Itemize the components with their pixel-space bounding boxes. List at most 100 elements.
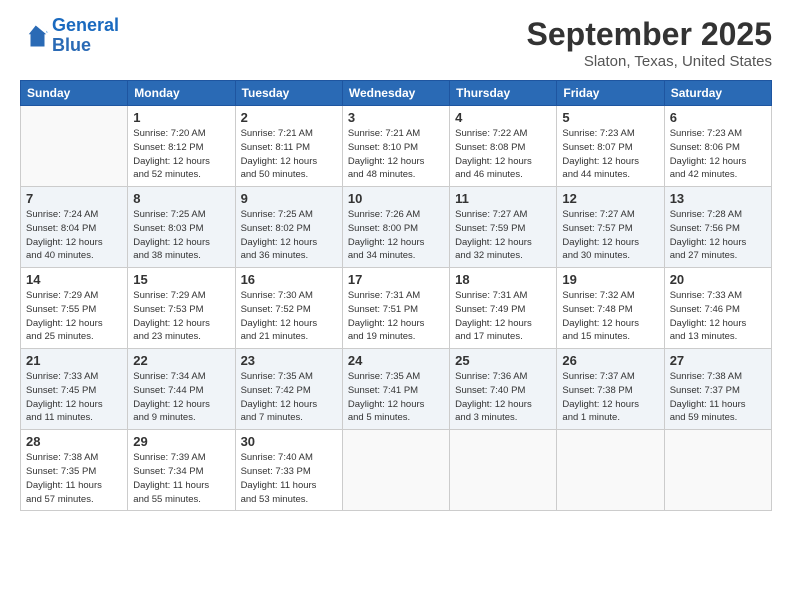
header: General Blue September 2025 Slaton, Texa…	[20, 16, 772, 70]
week-row-3: 21 Sunrise: 7:33 AM Sunset: 7:45 PM Dayli…	[21, 349, 772, 430]
day-info: Sunrise: 7:21 AM Sunset: 8:11 PM Dayligh…	[241, 127, 337, 182]
day-number: 15	[133, 272, 229, 287]
day-number: 9	[241, 191, 337, 206]
day-number: 26	[562, 353, 658, 368]
week-row-0: 1Sunrise: 7:20 AM Sunset: 8:12 PM Daylig…	[21, 106, 772, 187]
header-thursday: Thursday	[450, 81, 557, 106]
calendar-header-row: Sunday Monday Tuesday Wednesday Thursday…	[21, 81, 772, 106]
week-row-1: 7 Sunrise: 7:24 AM Sunset: 8:04 PM Daylig…	[21, 187, 772, 268]
day-info: Sunrise: 7:23 AM Sunset: 8:06 PM Dayligh…	[670, 127, 766, 182]
page: General Blue September 2025 Slaton, Texa…	[0, 0, 792, 612]
day-info: Sunrise: 7:25 AM Sunset: 8:03 PM Dayligh…	[133, 208, 229, 263]
calendar-cell: 24 Sunrise: 7:35 AM Sunset: 7:41 PM Dayli…	[342, 349, 449, 430]
header-monday: Monday	[128, 81, 235, 106]
header-friday: Friday	[557, 81, 664, 106]
day-number: 18	[455, 272, 551, 287]
logo-icon	[20, 22, 48, 50]
calendar-cell: 22 Sunrise: 7:34 AM Sunset: 7:44 PM Dayli…	[128, 349, 235, 430]
calendar-cell	[342, 430, 449, 511]
day-number: 8	[133, 191, 229, 206]
day-info: Sunrise: 7:33 AM Sunset: 7:45 PM Dayligh…	[26, 370, 122, 425]
location: Slaton, Texas, United States	[527, 53, 772, 70]
calendar-cell	[450, 430, 557, 511]
calendar-cell: 9 Sunrise: 7:25 AM Sunset: 8:02 PM Daylig…	[235, 187, 342, 268]
day-info: Sunrise: 7:22 AM Sunset: 8:08 PM Dayligh…	[455, 127, 551, 182]
day-info: Sunrise: 7:30 AM Sunset: 7:52 PM Dayligh…	[241, 289, 337, 344]
day-info: Sunrise: 7:32 AM Sunset: 7:48 PM Dayligh…	[562, 289, 658, 344]
calendar-cell: 8 Sunrise: 7:25 AM Sunset: 8:03 PM Daylig…	[128, 187, 235, 268]
calendar-cell: 14 Sunrise: 7:29 AM Sunset: 7:55 PM Dayli…	[21, 268, 128, 349]
day-number: 21	[26, 353, 122, 368]
day-info: Sunrise: 7:31 AM Sunset: 7:51 PM Dayligh…	[348, 289, 444, 344]
calendar: Sunday Monday Tuesday Wednesday Thursday…	[20, 80, 772, 511]
header-sunday: Sunday	[21, 81, 128, 106]
day-info: Sunrise: 7:38 AM Sunset: 7:35 PM Dayligh…	[26, 451, 122, 506]
day-number: 2	[241, 110, 337, 125]
calendar-cell: 25 Sunrise: 7:36 AM Sunset: 7:40 PM Dayli…	[450, 349, 557, 430]
day-number: 7	[26, 191, 122, 206]
title-block: September 2025 Slaton, Texas, United Sta…	[527, 16, 772, 70]
day-number: 4	[455, 110, 551, 125]
day-info: Sunrise: 7:34 AM Sunset: 7:44 PM Dayligh…	[133, 370, 229, 425]
header-saturday: Saturday	[664, 81, 771, 106]
calendar-cell: 5Sunrise: 7:23 AM Sunset: 8:07 PM Daylig…	[557, 106, 664, 187]
day-number: 28	[26, 434, 122, 449]
day-number: 17	[348, 272, 444, 287]
calendar-cell: 3Sunrise: 7:21 AM Sunset: 8:10 PM Daylig…	[342, 106, 449, 187]
calendar-cell: 26 Sunrise: 7:37 AM Sunset: 7:38 PM Dayli…	[557, 349, 664, 430]
calendar-cell: 20 Sunrise: 7:33 AM Sunset: 7:46 PM Dayli…	[664, 268, 771, 349]
day-number: 16	[241, 272, 337, 287]
calendar-cell: 21 Sunrise: 7:33 AM Sunset: 7:45 PM Dayli…	[21, 349, 128, 430]
day-number: 22	[133, 353, 229, 368]
day-info: Sunrise: 7:29 AM Sunset: 7:53 PM Dayligh…	[133, 289, 229, 344]
day-info: Sunrise: 7:38 AM Sunset: 7:37 PM Dayligh…	[670, 370, 766, 425]
calendar-cell: 29 Sunrise: 7:39 AM Sunset: 7:34 PM Dayli…	[128, 430, 235, 511]
day-info: Sunrise: 7:25 AM Sunset: 8:02 PM Dayligh…	[241, 208, 337, 263]
day-info: Sunrise: 7:31 AM Sunset: 7:49 PM Dayligh…	[455, 289, 551, 344]
day-info: Sunrise: 7:29 AM Sunset: 7:55 PM Dayligh…	[26, 289, 122, 344]
calendar-cell: 6Sunrise: 7:23 AM Sunset: 8:06 PM Daylig…	[664, 106, 771, 187]
header-tuesday: Tuesday	[235, 81, 342, 106]
day-info: Sunrise: 7:37 AM Sunset: 7:38 PM Dayligh…	[562, 370, 658, 425]
day-info: Sunrise: 7:28 AM Sunset: 7:56 PM Dayligh…	[670, 208, 766, 263]
calendar-cell: 1Sunrise: 7:20 AM Sunset: 8:12 PM Daylig…	[128, 106, 235, 187]
calendar-cell: 15 Sunrise: 7:29 AM Sunset: 7:53 PM Dayli…	[128, 268, 235, 349]
calendar-cell: 19Sunrise: 7:32 AM Sunset: 7:48 PM Dayli…	[557, 268, 664, 349]
day-info: Sunrise: 7:24 AM Sunset: 8:04 PM Dayligh…	[26, 208, 122, 263]
day-info: Sunrise: 7:27 AM Sunset: 7:59 PM Dayligh…	[455, 208, 551, 263]
calendar-cell: 12Sunrise: 7:27 AM Sunset: 7:57 PM Dayli…	[557, 187, 664, 268]
day-info: Sunrise: 7:20 AM Sunset: 8:12 PM Dayligh…	[133, 127, 229, 182]
calendar-cell	[557, 430, 664, 511]
calendar-cell: 28 Sunrise: 7:38 AM Sunset: 7:35 PM Dayli…	[21, 430, 128, 511]
day-info: Sunrise: 7:36 AM Sunset: 7:40 PM Dayligh…	[455, 370, 551, 425]
day-number: 12	[562, 191, 658, 206]
calendar-cell: 2 Sunrise: 7:21 AM Sunset: 8:11 PM Daylig…	[235, 106, 342, 187]
day-number: 20	[670, 272, 766, 287]
day-number: 5	[562, 110, 658, 125]
calendar-cell: 13Sunrise: 7:28 AM Sunset: 7:56 PM Dayli…	[664, 187, 771, 268]
day-number: 29	[133, 434, 229, 449]
day-number: 3	[348, 110, 444, 125]
calendar-cell	[21, 106, 128, 187]
logo: General Blue	[20, 16, 119, 56]
day-info: Sunrise: 7:26 AM Sunset: 8:00 PM Dayligh…	[348, 208, 444, 263]
calendar-cell: 11 Sunrise: 7:27 AM Sunset: 7:59 PM Dayli…	[450, 187, 557, 268]
calendar-cell	[664, 430, 771, 511]
month-title: September 2025	[527, 16, 772, 53]
day-number: 25	[455, 353, 551, 368]
week-row-2: 14 Sunrise: 7:29 AM Sunset: 7:55 PM Dayli…	[21, 268, 772, 349]
day-number: 24	[348, 353, 444, 368]
calendar-cell: 7 Sunrise: 7:24 AM Sunset: 8:04 PM Daylig…	[21, 187, 128, 268]
day-number: 30	[241, 434, 337, 449]
calendar-cell: 30Sunrise: 7:40 AM Sunset: 7:33 PM Dayli…	[235, 430, 342, 511]
day-number: 10	[348, 191, 444, 206]
day-info: Sunrise: 7:33 AM Sunset: 7:46 PM Dayligh…	[670, 289, 766, 344]
day-number: 27	[670, 353, 766, 368]
day-info: Sunrise: 7:35 AM Sunset: 7:41 PM Dayligh…	[348, 370, 444, 425]
week-row-4: 28 Sunrise: 7:38 AM Sunset: 7:35 PM Dayli…	[21, 430, 772, 511]
day-number: 11	[455, 191, 551, 206]
calendar-cell: 18 Sunrise: 7:31 AM Sunset: 7:49 PM Dayli…	[450, 268, 557, 349]
day-number: 14	[26, 272, 122, 287]
day-info: Sunrise: 7:39 AM Sunset: 7:34 PM Dayligh…	[133, 451, 229, 506]
calendar-cell: 27 Sunrise: 7:38 AM Sunset: 7:37 PM Dayli…	[664, 349, 771, 430]
